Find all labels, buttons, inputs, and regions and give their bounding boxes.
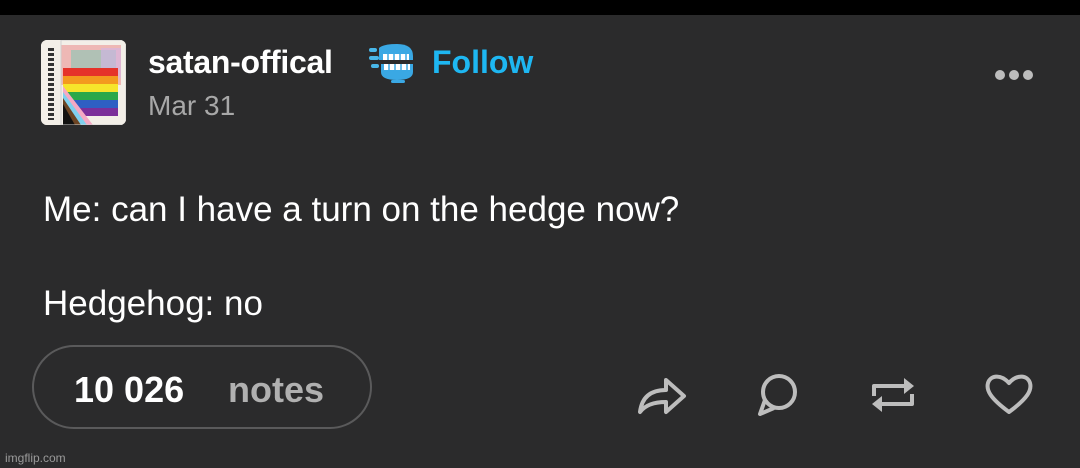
post-date[interactable]: Mar 31 xyxy=(148,90,235,122)
notes-label: notes xyxy=(228,369,325,410)
reply-icon[interactable] xyxy=(752,370,806,418)
watermark: imgflip.com xyxy=(5,451,66,465)
more-options-icon[interactable] xyxy=(988,60,1040,90)
follow-button[interactable]: Follow xyxy=(432,44,533,81)
username[interactable]: satan-offical xyxy=(148,44,333,81)
share-icon[interactable] xyxy=(636,370,690,418)
avatar-image xyxy=(41,40,126,125)
screen: satan-offical Follow Mar 31 Me: can I ha… xyxy=(0,0,1080,468)
post-body-line-2: Hedgehog: no xyxy=(43,284,263,323)
post-body-line-1: Me: can I have a turn on the hedge now? xyxy=(43,190,680,229)
avatar[interactable] xyxy=(41,40,126,125)
chattering-teeth-badge-icon[interactable] xyxy=(369,42,415,84)
reblog-icon[interactable] xyxy=(866,370,920,418)
notes-count: 10 026 xyxy=(74,369,185,410)
notes-button[interactable]: 10 026 notes xyxy=(32,345,372,429)
like-heart-icon[interactable] xyxy=(982,370,1036,418)
